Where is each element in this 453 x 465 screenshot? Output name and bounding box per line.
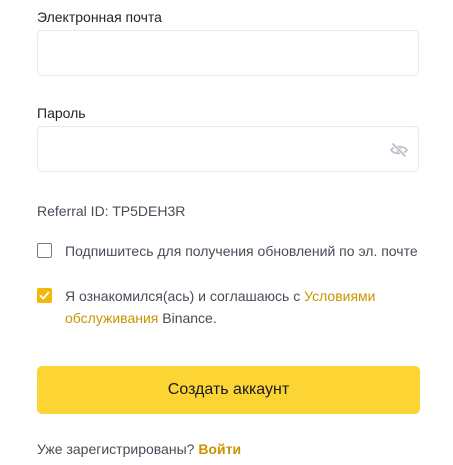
newsletter-checkbox[interactable] xyxy=(37,243,52,258)
terms-label: Я ознакомился(ась) и соглашаюсь с Услови… xyxy=(65,285,425,329)
referral-id: Referral ID: TP5DEH3R xyxy=(37,203,186,219)
terms-suffix: Binance. xyxy=(158,310,217,326)
checkmark-icon xyxy=(39,291,50,300)
password-label: Пароль xyxy=(37,105,86,121)
email-field[interactable] xyxy=(37,30,419,76)
create-account-button[interactable]: Создать аккаунт xyxy=(37,366,420,414)
newsletter-label: Подпишитесь для получения обновлений по … xyxy=(65,243,418,259)
terms-checkbox[interactable] xyxy=(37,288,52,303)
login-prompt-text: Уже зарегистрированы? xyxy=(37,441,199,457)
password-field[interactable] xyxy=(37,126,419,172)
login-prompt: Уже зарегистрированы? Войти xyxy=(37,440,241,458)
terms-prefix: Я ознакомился(ась) и соглашаюсь с xyxy=(65,288,305,304)
login-link[interactable]: Войти xyxy=(198,441,241,457)
email-label: Электронная почта xyxy=(37,9,162,25)
eye-off-icon[interactable] xyxy=(389,140,409,160)
registration-form: Электронная почта Пароль Referral ID: TP… xyxy=(0,0,453,465)
